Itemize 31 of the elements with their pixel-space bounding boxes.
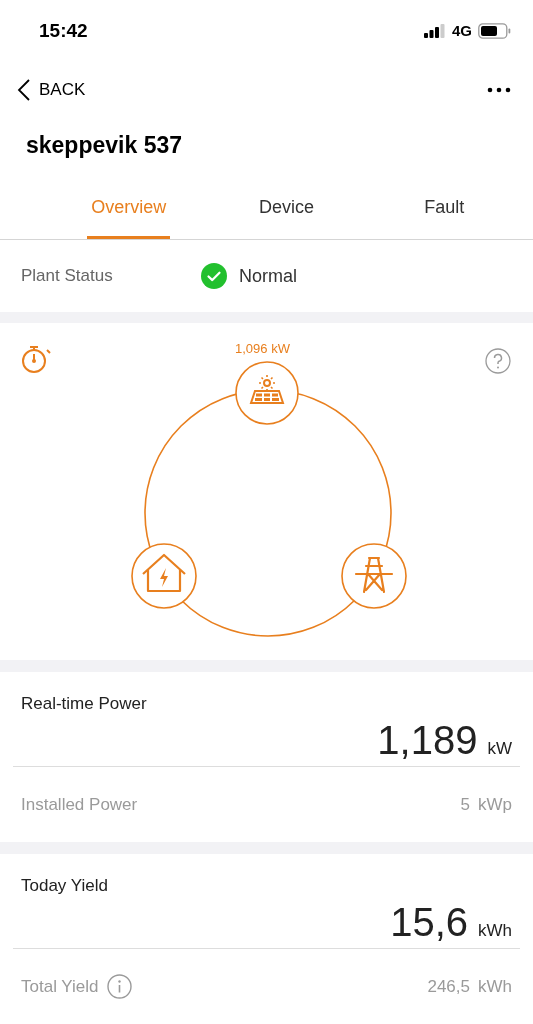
detail-label: Installed Power	[21, 793, 138, 816]
card-value: 1,189	[377, 718, 478, 763]
status-value: Normal	[239, 264, 297, 288]
battery-icon	[478, 23, 511, 39]
more-icon[interactable]	[487, 86, 511, 93]
help-icon[interactable]	[485, 347, 511, 374]
check-circle-icon	[201, 263, 227, 289]
info-icon[interactable]	[106, 974, 132, 999]
detail-value: 246,5	[427, 975, 470, 998]
card-unit: kWh	[478, 920, 512, 942]
tab[interactable]: Device	[207, 173, 366, 239]
card-unit: kW	[487, 738, 512, 761]
detail-label: Total Yield	[21, 975, 99, 998]
detail-value: 5	[460, 793, 470, 816]
status-time: 15:42	[39, 18, 88, 43]
back-button[interactable]: BACK	[17, 76, 86, 103]
status-label: Plant Status	[21, 265, 114, 288]
chevron-left-icon	[17, 77, 31, 102]
detail-unit: kWp	[478, 793, 512, 816]
house-node[interactable]	[131, 542, 197, 609]
tab[interactable]: Fault	[365, 173, 523, 239]
power-tower-node[interactable]	[341, 542, 407, 609]
card-title: Real-time Power	[21, 693, 147, 716]
detail-unit: kWh	[478, 975, 512, 998]
signal-icon	[424, 24, 446, 38]
network-label: 4G	[452, 20, 472, 41]
plant-title: skeppevik 537	[26, 130, 182, 160]
solar-panel-node[interactable]	[235, 360, 299, 425]
solar-power-label: 1,096 kW	[235, 339, 290, 358]
card-title: Today Yield	[21, 875, 108, 897]
card-value: 15,6	[390, 900, 468, 944]
